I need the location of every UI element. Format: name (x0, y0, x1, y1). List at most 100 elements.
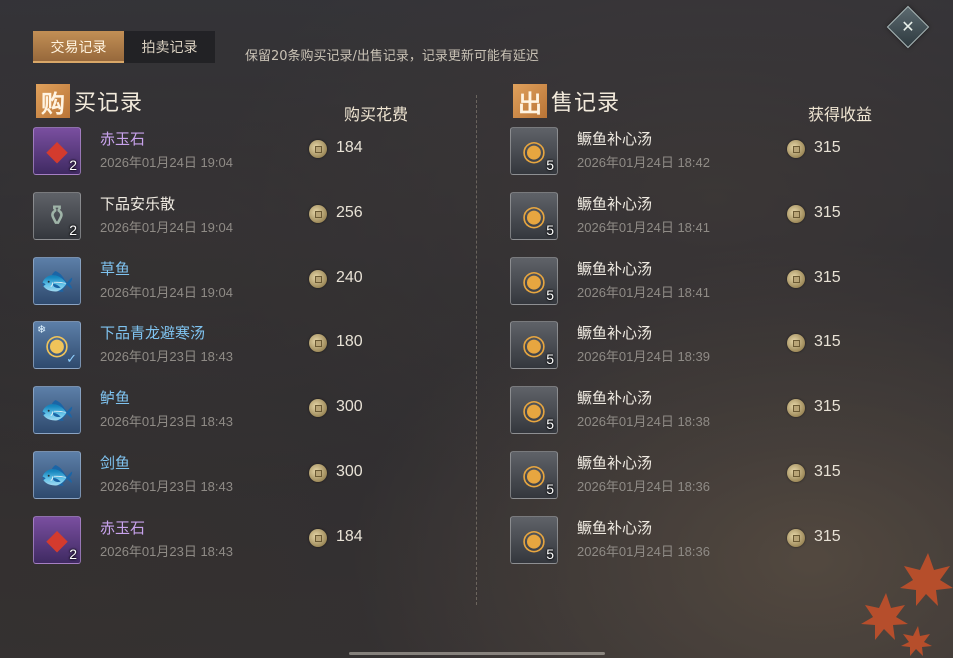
record-row[interactable]: ◉ 5 鳜鱼补心汤 2026年01月24日 18:41 315 (510, 188, 910, 244)
fish-soup-icon: ◉ 5 (510, 515, 558, 564)
item-name: 下品安乐散 (100, 194, 176, 213)
item-quantity: 2 (69, 157, 77, 173)
record-row[interactable]: ◉ 5 鳜鱼补心汤 2026年01月24日 18:36 315 (510, 447, 910, 503)
coin-icon (787, 269, 805, 288)
item-name: 鳜鱼补心汤 (577, 389, 653, 408)
coin-icon (787, 528, 805, 547)
record-amount: 315 (814, 398, 841, 416)
record-row[interactable]: ◆ 2 赤玉石 2026年01月24日 19:04 184 (33, 123, 433, 179)
record-row[interactable]: ◉ 5 鳜鱼补心汤 2026年01月24日 18:41 315 (510, 253, 910, 309)
coin-icon (787, 399, 805, 418)
record-time: 2026年01月24日 18:38 (577, 414, 710, 430)
coin-icon (309, 399, 327, 418)
scrollbar[interactable] (349, 652, 605, 655)
record-time: 2026年01月24日 19:04 (100, 284, 233, 300)
record-row[interactable]: ◉ 5 鳜鱼补心汤 2026年01月24日 18:42 315 (510, 123, 910, 179)
item-name: 鳜鱼补心汤 (577, 259, 653, 278)
coin-icon (309, 204, 327, 223)
fish-soup-icon: ◉ 5 (510, 386, 558, 435)
item-quantity: 5 (546, 481, 554, 497)
record-amount: 300 (336, 398, 363, 416)
close-icon: ✕ (901, 19, 915, 36)
fish-soup-icon: ◉ 5 (510, 127, 558, 175)
item-name: 剑鱼 (100, 454, 131, 472)
record-amount: 315 (814, 203, 841, 221)
fish-soup-icon: ◉ 5 (510, 451, 558, 499)
item-quantity: 5 (546, 416, 554, 433)
record-amount: 256 (336, 203, 363, 221)
item-quantity: 5 (546, 545, 554, 562)
notice-text: 保留20条购买记录/出售记录，记录更新可能有延迟 (245, 49, 539, 64)
item-name: 鳜鱼补心汤 (577, 518, 653, 537)
record-time: 2026年01月24日 18:36 (577, 479, 710, 494)
record-time: 2026年01月24日 19:04 (100, 219, 233, 235)
record-amount: 184 (336, 527, 363, 545)
record-row[interactable]: 🐟 鲈鱼 2026年01月23日 18:43 300 (33, 382, 433, 438)
record-time: 2026年01月24日 19:04 (100, 155, 233, 170)
check-icon: ✓ (66, 351, 77, 367)
fish-soup-icon: ◉ 5 (510, 256, 558, 305)
column-divider (476, 95, 477, 605)
record-time: 2026年01月23日 18:43 (100, 479, 233, 494)
record-amount: 315 (814, 527, 841, 545)
item-name: 草鱼 (100, 259, 131, 278)
red-gem-icon: ◆ 2 (33, 515, 81, 564)
record-row[interactable]: ◆ 2 赤玉石 2026年01月23日 18:43 184 (33, 512, 433, 568)
item-quantity: 2 (69, 221, 77, 238)
coin-icon (787, 204, 805, 223)
perch-fish-icon: 🐟 (33, 386, 81, 435)
coin-icon (309, 269, 327, 288)
grass-carp-icon: 🐟 (33, 256, 81, 305)
item-name: 鳜鱼补心汤 (577, 194, 653, 213)
record-row[interactable]: ⚱ 2 下品安乐散 2026年01月24日 19:04 256 (33, 188, 433, 244)
record-time: 2026年01月24日 18:42 (577, 155, 710, 170)
swordfish-icon: 🐟 (33, 451, 81, 499)
buy-section-title: 购 买记录 (36, 84, 143, 118)
medicine-jar-icon: ⚱ 2 (33, 191, 81, 240)
buy-title-char: 购 (36, 84, 70, 118)
record-time: 2026年01月24日 18:41 (577, 284, 710, 300)
sell-section-title: 出 售记录 (513, 84, 620, 118)
record-row[interactable]: 🐟 剑鱼 2026年01月23日 18:43 300 (33, 447, 433, 503)
record-time: 2026年01月24日 18:41 (577, 219, 710, 235)
item-quantity: 5 (546, 157, 554, 173)
item-name: 下品青龙避寒汤 (100, 324, 206, 343)
record-row[interactable]: ◉ 5 鳜鱼补心汤 2026年01月24日 18:36 315 (510, 512, 910, 568)
buy-cost-header: 购买花费 (344, 105, 409, 124)
record-amount: 315 (814, 463, 841, 480)
coin-icon (309, 334, 327, 353)
record-row[interactable]: ◉ 5 鳜鱼补心汤 2026年01月24日 18:38 315 (510, 382, 910, 438)
record-time: 2026年01月24日 18:36 (577, 543, 710, 559)
item-name: 赤玉石 (100, 130, 146, 148)
record-amount: 240 (336, 268, 363, 286)
record-row[interactable]: ◉ 5 鳜鱼补心汤 2026年01月24日 18:39 315 (510, 317, 910, 373)
record-amount: 184 (336, 139, 363, 156)
tab-trade-records[interactable]: 交易记录 (33, 31, 124, 63)
coin-icon (787, 464, 805, 482)
item-name: 鲈鱼 (100, 389, 131, 408)
red-gem-icon: ◆ 2 (33, 127, 81, 175)
coin-icon (787, 140, 805, 158)
record-amount: 315 (814, 333, 841, 351)
snowflake-icon: ❄ (37, 324, 47, 337)
coin-icon (309, 528, 327, 547)
tab-auction-records[interactable]: 拍卖记录 (124, 31, 215, 63)
item-quantity: 2 (69, 545, 77, 562)
fish-soup-icon: ◉ 5 (510, 321, 558, 370)
fish-soup-icon: ◉ 5 (510, 191, 558, 240)
item-name: 鳜鱼补心汤 (577, 324, 653, 343)
coin-icon (787, 334, 805, 353)
record-time: 2026年01月23日 18:43 (100, 414, 233, 430)
record-time: 2026年01月23日 18:43 (100, 349, 233, 365)
tab-bar: 交易记录 拍卖记录 (33, 31, 215, 63)
record-row[interactable]: 🐟 草鱼 2026年01月24日 19:04 240 (33, 253, 433, 309)
maple-leaves-decoration (861, 553, 953, 656)
sell-income-header: 获得收益 (808, 105, 873, 124)
coin-icon (309, 464, 327, 482)
soup-bowl-icon: ◉ ❄ ✓ (33, 321, 81, 370)
item-name: 赤玉石 (100, 518, 146, 537)
record-amount: 180 (336, 333, 363, 351)
item-name: 鳜鱼补心汤 (577, 130, 653, 148)
item-quantity: 5 (546, 286, 554, 303)
record-row[interactable]: ◉ ❄ ✓ 下品青龙避寒汤 2026年01月23日 18:43 180 (33, 317, 433, 373)
